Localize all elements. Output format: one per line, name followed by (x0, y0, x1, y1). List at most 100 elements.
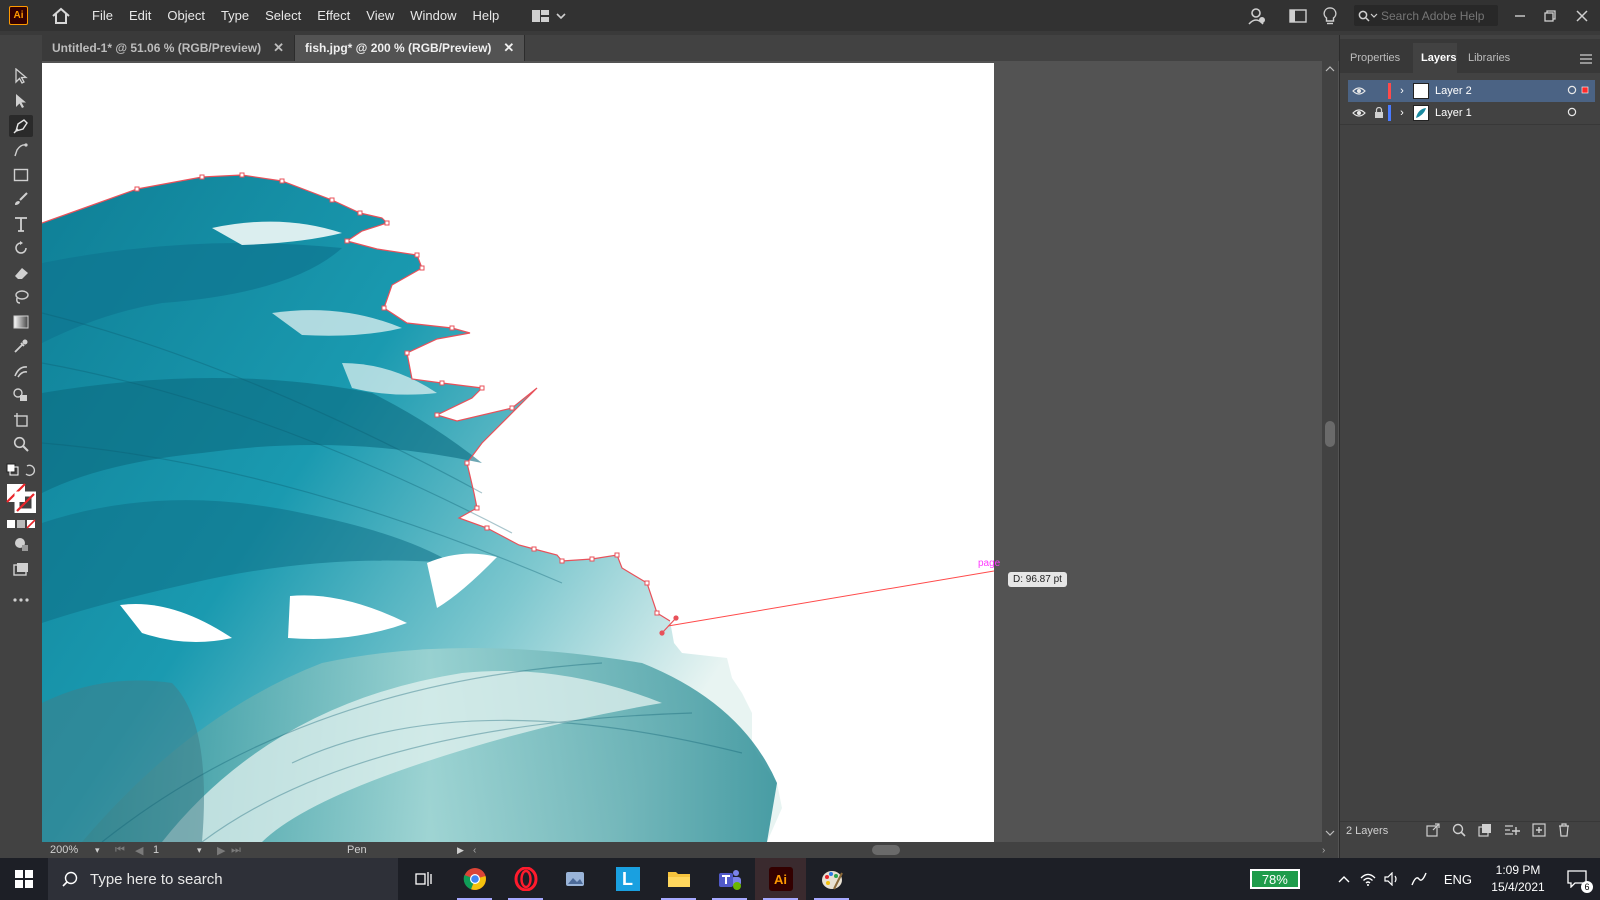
lightbulb-icon[interactable] (1316, 0, 1344, 31)
horizontal-scrollbar[interactable] (489, 842, 1322, 858)
clock[interactable]: 1:09 PM 15/4/2021 (1482, 862, 1554, 896)
layer-row[interactable]: › Layer 2 (1348, 80, 1595, 102)
eyedropper-tool-icon[interactable] (9, 335, 33, 357)
hscroll-left-icon[interactable]: ‹ (473, 845, 489, 856)
selection-tool-icon[interactable] (9, 65, 33, 87)
close-icon[interactable] (1564, 0, 1600, 31)
tab-properties[interactable]: Properties (1350, 52, 1400, 64)
close-tab-icon[interactable]: ✕ (273, 40, 284, 56)
layer-name[interactable]: Layer 2 (1435, 85, 1567, 97)
battery-indicator[interactable]: 78% (1249, 869, 1300, 889)
menu-file[interactable]: File (84, 0, 121, 31)
lasso-tool-icon[interactable] (9, 286, 33, 308)
teams-icon[interactable] (704, 858, 755, 900)
menu-view[interactable]: View (358, 0, 402, 31)
expand-chevron-icon[interactable]: › (1391, 85, 1413, 97)
selection-indicator-icon[interactable] (1581, 85, 1595, 97)
fill-stroke-swatch[interactable] (6, 483, 37, 514)
draw-mode-icon[interactable] (9, 533, 33, 555)
menu-effect[interactable]: Effect (309, 0, 358, 31)
type-tool-icon[interactable] (9, 213, 33, 235)
notifications-icon[interactable]: 6 (1554, 858, 1600, 900)
minimize-icon[interactable] (1504, 0, 1536, 31)
task-view-icon[interactable] (398, 858, 449, 900)
curvature-tool-icon[interactable] (9, 139, 33, 161)
locate-object-icon[interactable] (1452, 823, 1466, 840)
eraser-tool-icon[interactable] (9, 262, 33, 284)
delete-layer-icon[interactable] (1558, 823, 1570, 840)
tab-untitled[interactable]: Untitled-1* @ 51.06 % (RGB/Preview) ✕ (42, 35, 295, 61)
target-circle-icon[interactable] (1567, 107, 1581, 120)
artboard-number[interactable]: 1 (153, 844, 197, 856)
clipping-mask-icon[interactable] (1478, 823, 1492, 840)
rotate-tool-icon[interactable] (9, 237, 33, 259)
status-menu-icon[interactable]: ▶ (457, 845, 473, 856)
shape-builder-tool-icon[interactable] (9, 384, 33, 406)
paint-icon[interactable] (806, 858, 857, 900)
file-explorer-icon[interactable] (653, 858, 704, 900)
chrome-icon[interactable] (449, 858, 500, 900)
menu-help[interactable]: Help (464, 0, 507, 31)
layer-name[interactable]: Layer 1 (1435, 107, 1567, 119)
direct-selection-tool-icon[interactable] (9, 90, 33, 112)
opera-icon[interactable] (500, 858, 551, 900)
vertical-scrollbar[interactable] (1322, 61, 1338, 842)
zoom-tool-icon[interactable] (9, 433, 33, 455)
menu-edit[interactable]: Edit (121, 0, 159, 31)
panel-menu-icon[interactable] (1580, 53, 1592, 67)
artboard[interactable] (42, 63, 994, 842)
visibility-eye-icon[interactable] (1348, 108, 1370, 118)
home-icon[interactable] (40, 0, 82, 31)
tab-layers[interactable]: Layers (1421, 52, 1456, 64)
zoom-value[interactable]: 200% (50, 844, 95, 856)
menu-window[interactable]: Window (402, 0, 464, 31)
menu-type[interactable]: Type (213, 0, 257, 31)
pen-ink-icon[interactable] (1404, 858, 1434, 900)
expand-chevron-icon[interactable]: › (1391, 107, 1413, 119)
tab-fish[interactable]: fish.jpg* @ 200 % (RGB/Preview) ✕ (295, 35, 526, 61)
help-search-field[interactable] (1354, 5, 1498, 26)
windows-start-icon[interactable] (0, 858, 48, 900)
last-artboard-icon[interactable]: ⏭ (231, 844, 251, 857)
illustrator-icon[interactable]: Ai (755, 858, 806, 900)
visibility-eye-icon[interactable] (1348, 86, 1370, 96)
canvas[interactable]: page D: 96.87 pt (42, 61, 1322, 842)
swap-fill-stroke-icon[interactable] (6, 463, 36, 477)
taskbar-search-box[interactable]: Type here to search (48, 858, 398, 900)
menu-object[interactable]: Object (159, 0, 213, 31)
more-tools-icon[interactable] (9, 589, 33, 611)
rectangle-tool-icon[interactable] (9, 164, 33, 186)
gradient-tool-icon[interactable] (9, 311, 33, 333)
tab-libraries[interactable]: Libraries (1468, 52, 1510, 64)
artboard-tool-icon[interactable] (9, 409, 33, 431)
hscroll-right-icon[interactable]: › (1322, 845, 1338, 856)
arrange-documents-icon[interactable] (1280, 0, 1316, 31)
photos-icon[interactable] (551, 858, 602, 900)
cloud-user-icon[interactable] (1242, 0, 1272, 31)
language-indicator[interactable]: ENG (1444, 872, 1472, 887)
new-sublayer-icon[interactable] (1504, 823, 1520, 840)
restore-icon[interactable] (1536, 0, 1564, 31)
export-icon[interactable] (1426, 823, 1440, 840)
zoom-dropdown-icon[interactable]: ▾ (95, 845, 115, 856)
menu-select[interactable]: Select (257, 0, 309, 31)
first-artboard-icon[interactable]: ⏮ (115, 844, 135, 857)
volume-icon[interactable] (1380, 858, 1404, 900)
target-circle-icon[interactable] (1567, 85, 1581, 98)
lock-icon[interactable] (1370, 107, 1388, 119)
prev-artboard-icon[interactable]: ◀ (135, 844, 149, 857)
artboard-dropdown-icon[interactable]: ▾ (197, 845, 217, 856)
l-app-icon[interactable]: L (602, 858, 653, 900)
pen-tool-icon[interactable] (9, 115, 33, 137)
puppet-warp-tool-icon[interactable] (9, 360, 33, 382)
wifi-icon[interactable] (1356, 858, 1380, 900)
help-search-input[interactable] (1381, 8, 1493, 23)
layer-row[interactable]: › Layer 1 (1348, 102, 1595, 124)
hscroll-thumb[interactable] (872, 845, 900, 855)
color-mode-icons[interactable] (6, 518, 36, 530)
next-artboard-icon[interactable]: ▶ (217, 844, 231, 857)
screen-mode-icon[interactable] (9, 558, 33, 580)
paintbrush-tool-icon[interactable] (9, 188, 33, 210)
new-layer-icon[interactable] (1532, 823, 1546, 840)
close-tab-icon[interactable]: ✕ (503, 40, 514, 56)
